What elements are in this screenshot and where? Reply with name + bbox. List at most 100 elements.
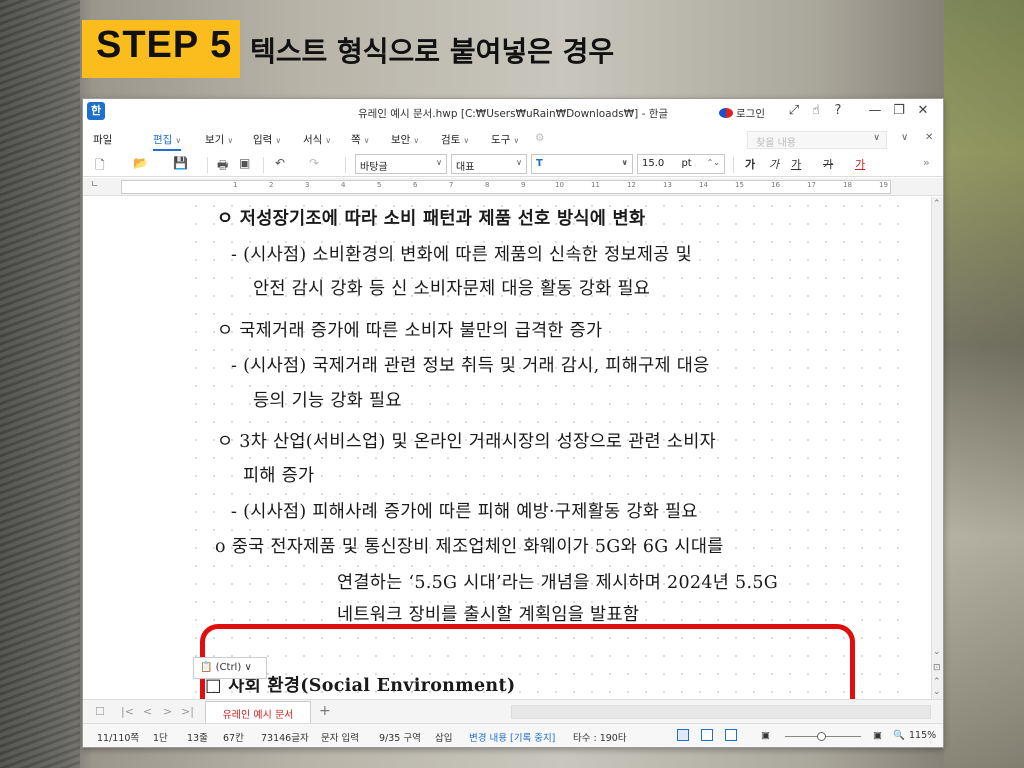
font-size-value: 15.0 (642, 158, 665, 169)
menu-security[interactable]: 보안 ∨ (391, 132, 419, 147)
menu-format[interactable]: 서식 ∨ (303, 132, 331, 147)
strikethrough-button[interactable]: 가 (823, 156, 833, 172)
menu-tools-label: 도구 (491, 134, 511, 146)
ruler-number: 12 (627, 181, 636, 189)
paste-options-button[interactable]: 📋 (Ctrl) ∨ (193, 657, 267, 679)
tab-document[interactable]: 유레인 예시 문서 (205, 701, 311, 723)
underline-button[interactable]: 가 (791, 156, 801, 172)
expand-icon[interactable]: ⤢ (783, 103, 805, 118)
chevron-down-icon: ∨ (413, 136, 420, 145)
help-icon[interactable]: ? (827, 103, 849, 118)
chevron-down-icon: ∨ (275, 136, 282, 145)
menu-edit-label: 편집 (153, 134, 173, 146)
layout-icon[interactable]: ☐ (95, 705, 105, 718)
ruler-number: 17 (807, 181, 816, 189)
tab-stop-icon[interactable]: ∟ (91, 180, 99, 190)
last-tab-button[interactable]: >| (181, 705, 194, 718)
new-document-icon[interactable]: 🗋 (95, 156, 105, 177)
paste-option-label: (Ctrl) (215, 662, 242, 673)
font-select[interactable]: T ∨ (531, 154, 633, 174)
menu-view[interactable]: 보기 ∨ (205, 132, 233, 147)
login-label: 로그인 (736, 108, 765, 120)
chevron-down-icon: ∨ (516, 158, 522, 167)
prev-tab-button[interactable]: < (143, 705, 152, 718)
font-group-select[interactable]: 대표 ∨ (451, 154, 527, 174)
ruler-number: 10 (555, 181, 564, 189)
find-input[interactable]: 찾을 내용 ∨ (747, 131, 887, 149)
find-options-chevron-icon[interactable]: ∨ (901, 132, 908, 143)
font-value: T (536, 158, 543, 169)
hand-icon[interactable]: ☝ (805, 103, 827, 118)
document-page[interactable]: ㅇ 저성장기조에 따라 소비 패턴과 제품 선호 방식에 변화 - (시사점) … (83, 197, 931, 699)
ruler-number: 5 (377, 181, 382, 189)
save-icon[interactable]: 💾 (173, 156, 188, 170)
ruler-number: 14 (699, 181, 708, 189)
doc-line: o 중국 전자제품 및 통신장비 제조업체인 화웨이가 5G와 6G 시대를 (215, 537, 724, 557)
background-photo-right (944, 0, 1024, 768)
doc-line: 등의 기능 강화 필요 (253, 391, 402, 411)
menu-page-label: 쪽 (351, 134, 361, 146)
page-view-icon[interactable] (725, 729, 737, 741)
menu-page[interactable]: 쪽 ∨ (351, 132, 370, 147)
ruler-number: 1 (233, 181, 238, 189)
next-page-icon[interactable]: ⌄ (933, 687, 941, 697)
doc-line: ㅇ 국제거래 증가에 따른 소비자 불만의 급격한 증가 (217, 321, 603, 341)
chevron-down-icon: ∨ (244, 662, 252, 673)
scroll-up-icon[interactable]: ⌃ (933, 199, 941, 209)
next-tab-button[interactable]: > (163, 705, 172, 718)
doc-line: 안전 감시 강화 등 신 소비자문제 대응 활동 강화 필요 (253, 279, 651, 299)
restore-button[interactable]: ❐ (887, 103, 911, 118)
more-tools-icon[interactable]: » (923, 156, 930, 169)
font-size-input[interactable]: 15.0 pt ⌃⌄ (637, 154, 725, 174)
title-bar: 한 유레인 예시 문서.hwp [C:₩Users₩uRain₩Download… (83, 99, 943, 127)
chevron-down-icon: ∨ (513, 136, 520, 145)
ribbon-icon[interactable]: ⚙ (535, 132, 544, 144)
toolbar-divider (207, 157, 208, 173)
ruler-number: 6 (413, 181, 418, 189)
prev-page-icon[interactable]: ⌃ (933, 677, 941, 687)
menu-review-label: 검토 (441, 134, 461, 146)
status-mode: 문자 입력 (321, 733, 359, 744)
add-tab-button[interactable]: + (319, 703, 331, 719)
first-tab-button[interactable]: |< (121, 705, 134, 718)
status-area: 9/35 구역 (379, 733, 421, 744)
width-view-icon[interactable] (701, 729, 713, 741)
print-icon[interactable]: 🖶 (217, 156, 228, 177)
login-button[interactable]: 로그인 (719, 106, 765, 121)
toolbar-divider (263, 157, 264, 173)
status-track-changes[interactable]: 변경 내용 [기록 중지] (469, 730, 555, 744)
zoom-fit-icon[interactable]: ▣ (873, 730, 882, 741)
horizontal-scrollbar[interactable] (511, 705, 931, 719)
undo-icon[interactable]: ↶ (275, 156, 285, 170)
zoom-search-icon[interactable]: 🔍 (893, 730, 905, 741)
stepper-icon[interactable]: ⌃⌄ (707, 158, 720, 167)
window-controls: — ❐ ✕ (863, 103, 935, 118)
close-ribbon-icon[interactable]: ✕ (925, 132, 933, 143)
ruler-number: 13 (663, 181, 672, 189)
menu-bar: 파일 편집 ∨ 보기 ∨ 입력 ∨ 서식 ∨ 쪽 ∨ 보안 ∨ 검토 ∨ 도구 ∨ ⚙ 찾을 내… (83, 127, 943, 151)
status-insert[interactable]: 삽입 (435, 730, 452, 744)
menu-review[interactable]: 검토 ∨ (441, 132, 469, 147)
open-folder-icon[interactable]: 📂 (133, 156, 148, 170)
normal-view-icon[interactable] (677, 729, 689, 741)
preview-icon[interactable]: ▣ (239, 156, 250, 170)
minimize-button[interactable]: — (863, 103, 887, 118)
fit-page-icon[interactable]: ▣ (761, 730, 770, 741)
style-select[interactable]: 바탕글 ∨ (355, 154, 447, 174)
menu-tools[interactable]: 도구 ∨ (491, 132, 519, 147)
page-up-icon[interactable]: ⊡ (933, 663, 941, 673)
scroll-down-icon[interactable]: ⌄ (933, 647, 941, 657)
status-zoom[interactable]: 115% (909, 730, 936, 741)
zoom-slider-handle[interactable] (817, 732, 826, 741)
menu-insert[interactable]: 입력 ∨ (253, 132, 281, 147)
font-color-button[interactable]: 가 (855, 156, 865, 172)
redo-icon[interactable]: ↷ (309, 156, 319, 170)
close-button[interactable]: ✕ (911, 103, 935, 118)
menu-edit[interactable]: 편집 ∨ (153, 132, 182, 151)
doc-line: 네트워크 장비를 출시할 계획임을 발표함 (337, 605, 640, 625)
bold-button[interactable]: 가 (745, 156, 755, 172)
vertical-scrollbar[interactable]: ⌃ ⌄ ⊡ ⌃ ⌄ (931, 197, 943, 699)
italic-button[interactable]: 가 (769, 156, 779, 172)
menu-file[interactable]: 파일 (93, 132, 112, 147)
doc-line: ㅇ 저성장기조에 따라 소비 패턴과 제품 선호 방식에 변화 (217, 209, 646, 229)
